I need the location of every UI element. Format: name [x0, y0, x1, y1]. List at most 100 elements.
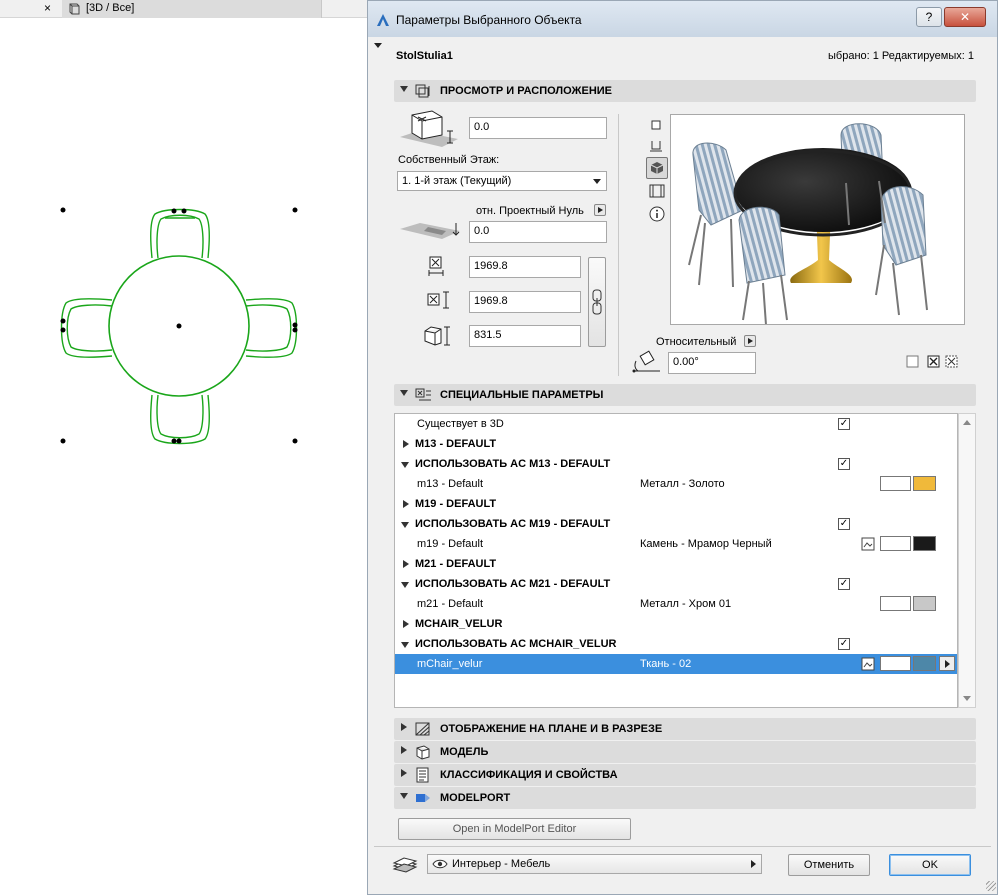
- height-input[interactable]: 831.5: [469, 325, 581, 347]
- width-icon: [428, 256, 444, 276]
- section-plan-section-display[interactable]: ОТОБРАЖЕНИЕ НА ПЛАНЕ И В РАЗРЕЗЕ: [394, 718, 976, 740]
- chevron-down-icon: [593, 179, 601, 184]
- table-row[interactable]: ИСПОЛЬЗОВАТЬ AC M19 - DEFAULT ✓: [395, 514, 957, 534]
- layer-icon: [392, 857, 418, 873]
- width-input[interactable]: 1969.8: [469, 256, 581, 278]
- mirror-toggle-icons[interactable]: [906, 355, 966, 369]
- layer-select[interactable]: Интерьер - Мебель: [427, 854, 762, 874]
- reference-menu-arrow[interactable]: [594, 204, 606, 216]
- table-row[interactable]: ИСПОЛЬЗОВАТЬ AC MCHAIR_VELUR ✓: [395, 634, 957, 654]
- collapse-arrow-icon[interactable]: [401, 642, 409, 648]
- expand-arrow-icon[interactable]: [403, 500, 409, 508]
- reference-plane-icon: [400, 223, 460, 239]
- table-row[interactable]: m19 - Default Камень - Мрамор Черный: [395, 534, 957, 554]
- section-view-icon[interactable]: [649, 139, 663, 153]
- rotation-label: Относительный: [656, 336, 737, 348]
- parameter-scrollbar[interactable]: [958, 413, 976, 708]
- floor-plan-table-symbol[interactable]: [40, 195, 320, 460]
- collapse-arrow-icon: [400, 793, 408, 799]
- rotation-menu-arrow[interactable]: [744, 335, 756, 347]
- reference-elevation-input[interactable]: 0.0: [469, 221, 607, 243]
- table-row[interactable]: MCHAIR_VELUR: [395, 614, 957, 634]
- collapse-arrow-icon[interactable]: [401, 582, 409, 588]
- preview-positioning-icon: [415, 84, 430, 98]
- close-tab-icon[interactable]: ×: [44, 1, 51, 15]
- expand-arrow-icon: [401, 769, 407, 777]
- section-classification[interactable]: КЛАССИФИКАЦИЯ И СВОЙСТВА: [394, 764, 976, 786]
- collapse-arrow-icon[interactable]: [401, 462, 409, 468]
- cube-3d-icon: [650, 162, 664, 174]
- table-row[interactable]: M13 - DEFAULT: [395, 434, 957, 454]
- scroll-down-icon[interactable]: [963, 696, 971, 701]
- chevron-right-icon: [751, 860, 756, 868]
- elevation-input[interactable]: 0.0: [469, 117, 607, 139]
- checkbox[interactable]: ✓: [838, 638, 850, 650]
- film-strip-icon[interactable]: [649, 184, 665, 198]
- plan-section-icon: [415, 722, 430, 736]
- tab-3d-all[interactable]: [3D / Все]: [62, 0, 322, 18]
- material-color-fabric[interactable]: [913, 656, 936, 671]
- table-row[interactable]: ИСПОЛЬЗОВАТЬ AC M21 - DEFAULT ✓: [395, 574, 957, 594]
- rotation-input[interactable]: 0.00°: [668, 352, 756, 374]
- checkbox[interactable]: ✓: [838, 518, 850, 530]
- expand-arrow-icon[interactable]: [403, 440, 409, 448]
- material-menu-arrow[interactable]: [939, 656, 955, 671]
- material-swatch[interactable]: [880, 536, 911, 551]
- collapse-arrow-icon: [400, 86, 408, 92]
- 3d-view-button[interactable]: [646, 157, 668, 179]
- table-row[interactable]: Существует в 3D ✓: [395, 414, 957, 434]
- scroll-up-icon[interactable]: [963, 420, 971, 425]
- expand-arrow-icon[interactable]: [403, 560, 409, 568]
- material-swatch[interactable]: [880, 476, 911, 491]
- 3d-preview[interactable]: [670, 114, 965, 325]
- resize-grip[interactable]: [986, 881, 996, 891]
- checkbox[interactable]: ✓: [838, 578, 850, 590]
- depth-input[interactable]: 1969.8: [469, 291, 581, 313]
- section-title: СПЕЦИАЛЬНЫЕ ПАРАМЕТРЫ: [440, 389, 604, 401]
- dialog-titlebar[interactable]: Параметры Выбранного Объекта ? ✕: [368, 1, 997, 37]
- home-story-label: Собственный Этаж:: [398, 154, 500, 166]
- height-icon: [424, 326, 450, 346]
- depth-icon: [427, 291, 449, 309]
- checkbox[interactable]: ✓: [838, 458, 850, 470]
- table-row[interactable]: ИСПОЛЬЗОВАТЬ AC M13 - DEFAULT ✓: [395, 454, 957, 474]
- texture-icon[interactable]: [861, 657, 875, 671]
- collapse-arrow-icon[interactable]: [401, 522, 409, 528]
- table-row-selected[interactable]: mChair_velur Ткань - 02: [395, 654, 957, 674]
- section-model[interactable]: МОДЕЛЬ: [394, 741, 976, 763]
- material-color-chrome[interactable]: [913, 596, 936, 611]
- table-chairs-render: [688, 123, 928, 324]
- home-story-select[interactable]: 1. 1-й этаж (Текущий): [397, 171, 607, 191]
- link-proportions-button[interactable]: [588, 257, 606, 347]
- chain-link-icon: [592, 289, 602, 315]
- expand-arrow-icon[interactable]: [403, 620, 409, 628]
- material-color-black[interactable]: [913, 536, 936, 551]
- close-button[interactable]: ✕: [944, 7, 986, 27]
- eye-icon: [432, 859, 448, 869]
- section-special-parameters[interactable]: СПЕЦИАЛЬНЫЕ ПАРАМЕТРЫ: [394, 384, 976, 406]
- checkbox[interactable]: ✓: [838, 418, 850, 430]
- favorites-menu-icon[interactable]: [374, 43, 382, 48]
- material-swatch[interactable]: [880, 596, 911, 611]
- section-preview-positioning[interactable]: ПРОСМОТР И РАСПОЛОЖЕНИЕ: [394, 80, 976, 102]
- section-modelport[interactable]: MODELPORT: [394, 787, 976, 809]
- material-swatch[interactable]: [880, 656, 911, 671]
- texture-icon[interactable]: [861, 537, 875, 551]
- table-row[interactable]: M19 - DEFAULT: [395, 494, 957, 514]
- help-button[interactable]: ?: [916, 7, 942, 27]
- info-icon[interactable]: [649, 206, 665, 222]
- plan-view-icon[interactable]: [650, 119, 662, 131]
- cancel-button[interactable]: Отменить: [788, 854, 870, 876]
- modelport-icon: [416, 794, 430, 802]
- view-3d-icon: [69, 3, 80, 15]
- material-color-gold[interactable]: [913, 476, 936, 491]
- open-modelport-editor-button[interactable]: Open in ModelPort Editor: [398, 818, 631, 840]
- reference-label: отн. Проектный Нуль: [476, 205, 584, 217]
- ok-button[interactable]: OK: [889, 854, 971, 876]
- object-settings-dialog: Параметры Выбранного Объекта ? ✕ StolStu…: [367, 0, 998, 895]
- table-row[interactable]: m13 - Default Металл - Золото: [395, 474, 957, 494]
- expand-arrow-icon: [401, 746, 407, 754]
- view-tab-bar: × [3D / Все]: [0, 0, 370, 18]
- table-row[interactable]: m21 - Default Металл - Хром 01: [395, 594, 957, 614]
- table-row[interactable]: M21 - DEFAULT: [395, 554, 957, 574]
